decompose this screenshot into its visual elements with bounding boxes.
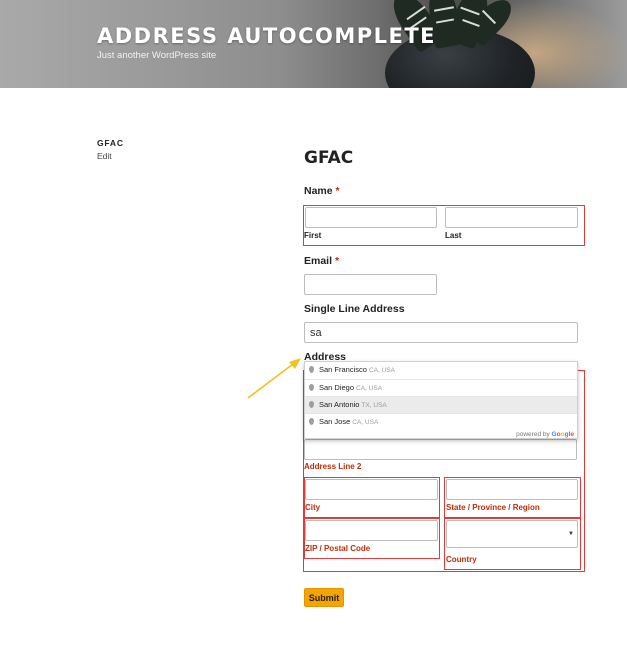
- site-header: ADDRESS AUTOCOMPLETE Just another WordPr…: [0, 0, 627, 88]
- address-autocomplete-dropdown: San Francisco CA, USA San Diego CA, USA Sa…: [304, 361, 578, 439]
- suggestion-main-text: San Diego: [319, 383, 355, 392]
- chevron-down-icon: ▼: [568, 531, 574, 537]
- submit-button[interactable]: Submit: [304, 588, 344, 607]
- name-label-text: Name: [304, 185, 333, 197]
- zip-sublabel: ZIP / Postal Code: [305, 544, 371, 553]
- email-label: Email *: [304, 255, 339, 267]
- site-title[interactable]: ADDRESS AUTOCOMPLETE: [97, 24, 436, 48]
- email-input[interactable]: [304, 274, 437, 295]
- suggestion-secondary-text: CA, USA: [356, 385, 383, 392]
- state-sublabel: State / Province / Region: [446, 503, 540, 512]
- zip-input[interactable]: [305, 520, 438, 541]
- required-mark: *: [335, 185, 340, 197]
- map-pin-icon: [309, 418, 314, 425]
- city-input[interactable]: [305, 479, 438, 500]
- edit-link[interactable]: Edit: [97, 151, 112, 161]
- last-name-input[interactable]: [445, 207, 578, 228]
- email-label-text: Email: [304, 255, 333, 267]
- suggestion-secondary-text: CA, USA: [368, 367, 395, 374]
- autocomplete-suggestion[interactable]: San Diego CA, USA: [305, 379, 577, 396]
- google-logo: Google: [552, 431, 574, 438]
- suggestion-secondary-text: TX, USA: [361, 402, 387, 409]
- annotation-arrow-icon: [247, 358, 301, 399]
- map-pin-icon: [309, 366, 314, 373]
- powered-by-google: powered by Google: [516, 431, 574, 438]
- autocomplete-suggestion-highlighted[interactable]: San Antonio TX, USA: [305, 396, 577, 413]
- required-mark: *: [334, 255, 340, 267]
- country-select[interactable]: [446, 520, 578, 548]
- name-label: Name *: [304, 185, 340, 197]
- map-pin-icon: [309, 401, 314, 408]
- address-line2-input[interactable]: [304, 439, 577, 460]
- single-line-address-label: Single Line Address: [304, 303, 405, 315]
- site-tagline: Just another WordPress site: [97, 50, 217, 61]
- suggestion-secondary-text: CA, USA: [352, 419, 379, 426]
- suggestion-main-text: San Antonio: [319, 400, 360, 409]
- suggestion-main-text: San Jose: [319, 417, 351, 426]
- google-logo-letter: e: [570, 431, 574, 438]
- powered-by-text: powered by: [516, 431, 550, 438]
- last-name-sublabel: Last: [445, 231, 462, 240]
- single-line-address-input[interactable]: [304, 322, 578, 343]
- first-name-input[interactable]: [305, 207, 437, 228]
- autocomplete-suggestion[interactable]: San Francisco CA, USA: [305, 362, 577, 379]
- sidebar-widget-title: GFAC: [97, 138, 124, 148]
- suggestion-main-text: San Francisco: [319, 365, 367, 374]
- city-sublabel: City: [305, 503, 321, 512]
- autocomplete-suggestion[interactable]: San Jose CA, USA: [305, 413, 577, 430]
- country-sublabel: Country: [446, 555, 477, 564]
- annotation-arrow-shaft: [247, 363, 294, 399]
- map-pin-icon: [309, 384, 314, 391]
- first-name-sublabel: First: [304, 231, 322, 240]
- annotation-arrow-head: [289, 358, 301, 369]
- address-line2-sublabel: Address Line 2: [304, 462, 362, 471]
- form-title: GFAC: [304, 148, 354, 168]
- state-input[interactable]: [446, 479, 578, 500]
